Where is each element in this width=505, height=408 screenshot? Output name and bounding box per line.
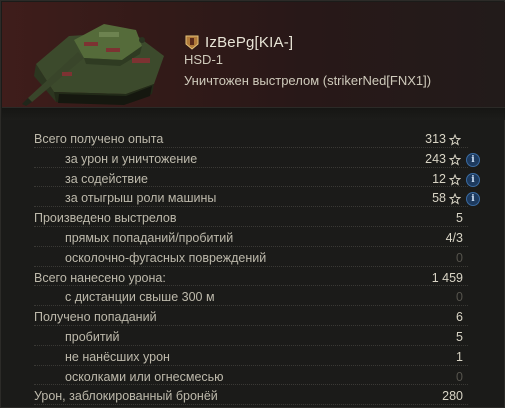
xp-star-icon	[449, 193, 461, 205]
stat-value: 313	[421, 132, 446, 146]
stat-value: 1 459	[427, 270, 463, 285]
row-leader-dots	[34, 324, 468, 326]
stat-label: за отыгрыш роли машины	[65, 191, 221, 206]
info-icon[interactable]: i	[466, 152, 480, 167]
row-leader-dots	[34, 245, 468, 247]
stat-row: не нанёсших урон 1	[1, 348, 505, 368]
stat-row: Урон, заблокированный бронёй 280	[1, 387, 505, 407]
row-leader-dots	[34, 206, 468, 208]
stat-label: Всего получено опыта	[34, 132, 168, 146]
stat-row: Всего нанесено урона: 1 459	[1, 269, 505, 289]
stat-value: 5	[452, 329, 463, 344]
header-divider	[2, 107, 505, 120]
stat-value: 12	[428, 171, 446, 186]
stat-value: 0	[452, 250, 463, 265]
xp-star-icon	[449, 173, 461, 186]
stats-list: Всего получено опыта 313 за урон и уничтож…	[1, 130, 505, 407]
stat-value: 6	[452, 310, 463, 325]
stat-row: пробитий 5	[1, 328, 505, 348]
stat-row: прямых попаданий/пробитий 4/3	[1, 229, 505, 249]
tank-image	[22, 24, 164, 106]
stat-label: осколками или огнесмесью	[65, 369, 228, 384]
row-leader-dots	[34, 285, 468, 287]
info-icon[interactable]: i	[466, 172, 480, 187]
destroyed-by-text: Уничтожен выстрелом (strikerNed[FNX1])	[184, 73, 432, 88]
row-leader-dots	[34, 146, 468, 148]
stat-row: за содействие 12 i	[1, 170, 505, 190]
stat-row: осколочно-фугасных повреждений 0	[1, 249, 505, 269]
stat-label: Всего нанесено урона:	[34, 270, 170, 285]
stat-label: с дистанции свыше 300 м	[65, 290, 219, 305]
player-name[interactable]: IzBePg[KIA-]	[205, 34, 293, 51]
stat-label: осколочно-фугасных повреждений	[65, 250, 271, 265]
stat-value: 280	[438, 389, 463, 404]
row-leader-dots	[34, 344, 468, 346]
stat-value: 0	[452, 369, 463, 384]
stat-label: Получено попаданий	[34, 310, 161, 325]
row-leader-dots	[34, 265, 468, 267]
row-leader-dots	[34, 404, 468, 406]
stat-value: 1	[452, 349, 463, 364]
row-leader-dots	[34, 166, 468, 168]
row-leader-dots	[34, 305, 468, 307]
xp-star-icon	[449, 134, 461, 146]
stat-label: прямых попаданий/пробитий	[65, 230, 238, 245]
clan-emblem-icon	[185, 35, 199, 50]
stat-label: пробитий	[65, 329, 124, 344]
row-leader-dots	[34, 384, 468, 386]
stat-value: 5	[452, 211, 463, 226]
vehicle-name: HSD-1	[184, 52, 224, 67]
xp-star-icon	[449, 153, 461, 166]
stat-row: за урон и уничтожение 243 i	[1, 150, 505, 170]
stat-label: за содействие	[65, 171, 153, 186]
stat-value: 58	[428, 191, 446, 206]
results-panel: IzBePg[KIA-] HSD-1 Уничтожен выстрелом (…	[0, 0, 505, 408]
stat-value: 4/3	[441, 230, 463, 245]
stat-row: Всего получено опыта 313	[1, 130, 505, 150]
stat-row: осколками или огнесмесью 0	[1, 368, 505, 388]
stat-value: 0	[452, 290, 463, 305]
stat-label: Произведено выстрелов	[34, 211, 181, 226]
stat-value: 243	[421, 151, 446, 166]
info-icon[interactable]: i	[466, 192, 480, 207]
stat-row: Произведено выстрелов 5	[1, 209, 505, 229]
row-leader-dots	[34, 225, 468, 227]
stat-row: за отыгрыш роли машины 58 i	[1, 189, 505, 209]
stat-row: с дистанции свыше 300 м 0	[1, 288, 505, 308]
row-leader-dots	[34, 364, 468, 366]
stat-label: не нанёсших урон	[65, 349, 174, 364]
stat-label: Урон, заблокированный бронёй	[34, 389, 222, 404]
row-leader-dots	[34, 186, 468, 188]
stat-label: за урон и уничтожение	[65, 151, 202, 166]
player-header: IzBePg[KIA-] HSD-1 Уничтожен выстрелом (…	[2, 2, 505, 107]
stat-row: Получено попаданий 6	[1, 308, 505, 328]
